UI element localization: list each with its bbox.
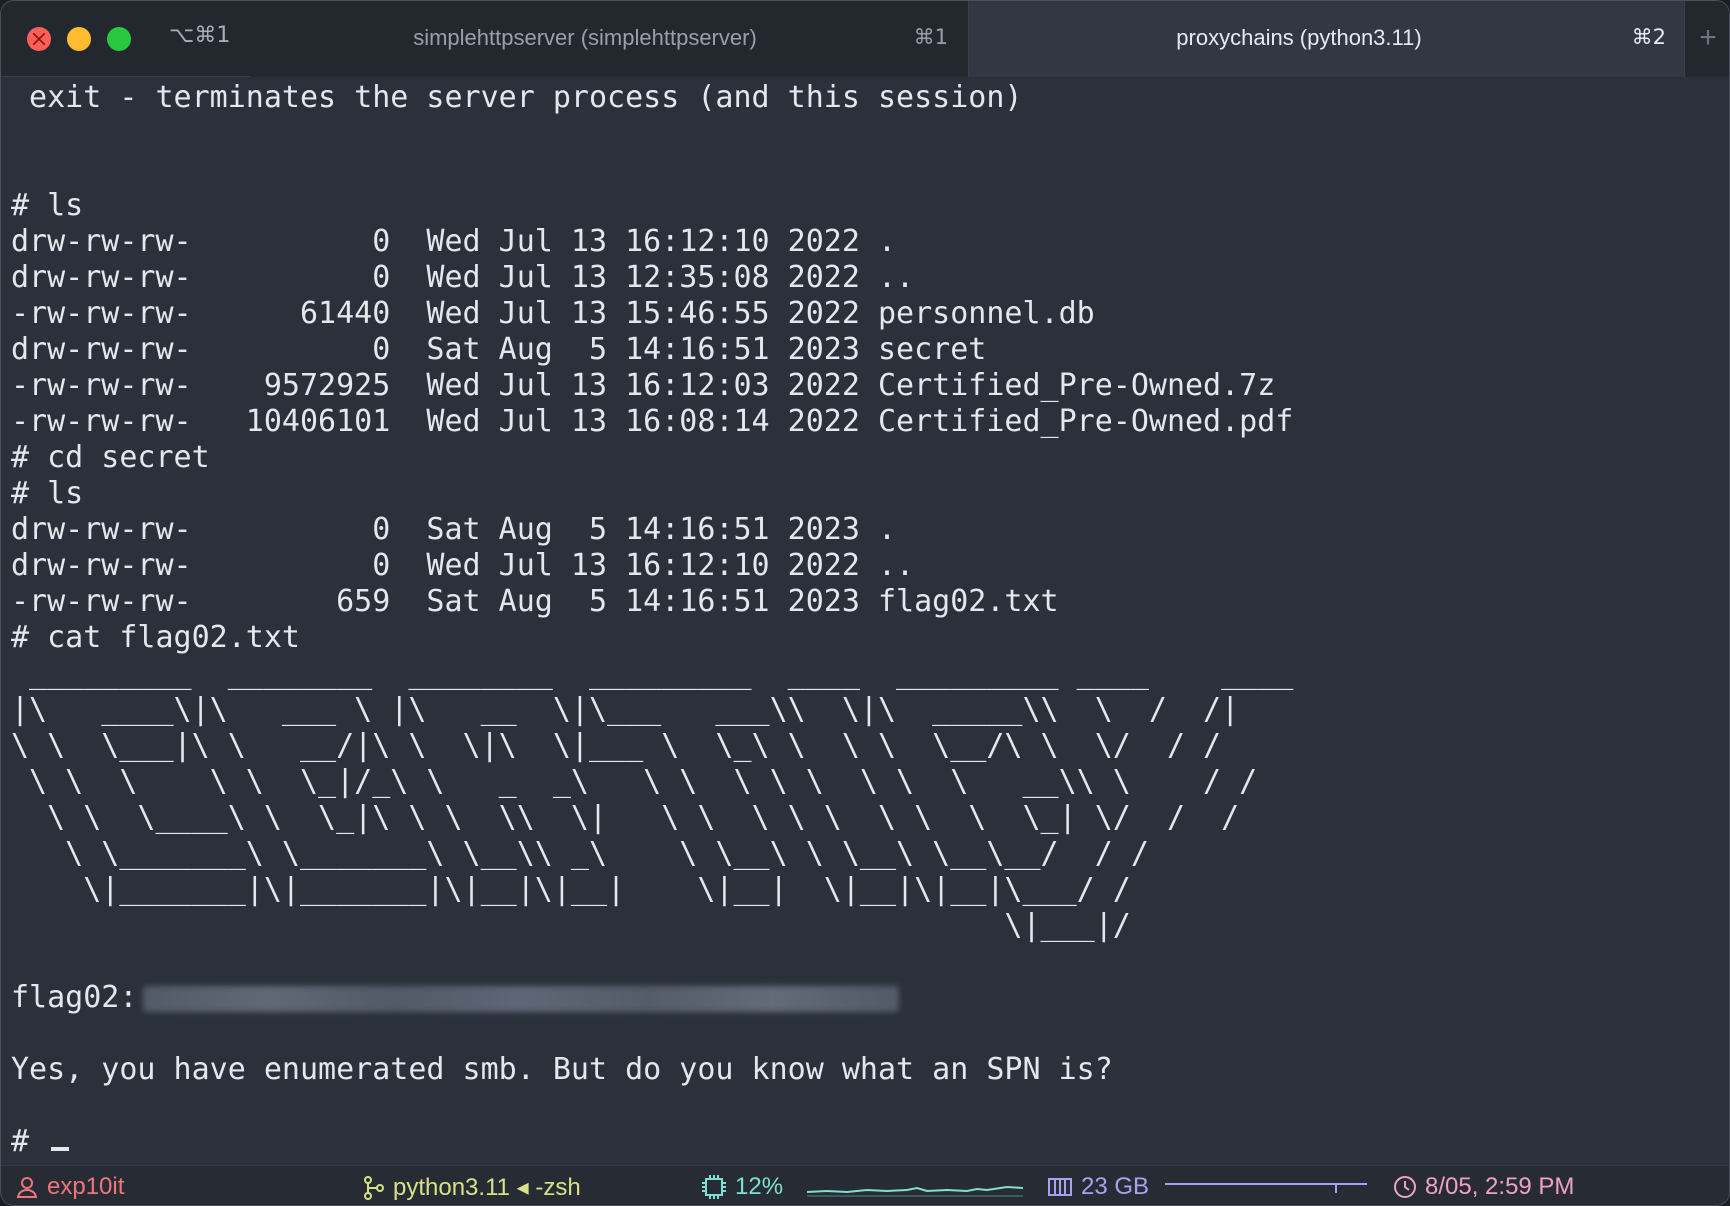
- status-datetime: 8/05, 2:59 PM: [1425, 1173, 1575, 1200]
- terminal-line: # cd secret: [11, 440, 210, 475]
- terminal-line: -rw-rw-rw- 61440 Wed Jul 13 15:46:55 202…: [11, 296, 1095, 331]
- status-clock: 8/05, 2:59 PM: [1393, 1173, 1574, 1201]
- terminal-line: Yes, you have enumerated smb. But do you…: [11, 1052, 1113, 1087]
- terminal-line: \ \ \___|\ \ __/|\ \ \|\ \|___ \ \_\ \ \…: [11, 728, 1222, 763]
- terminal-line: # ls: [11, 188, 84, 223]
- flag-label: flag02:: [11, 980, 138, 1015]
- terminal-line: \|_______|\|_______|\|__|\|__| \|__| \|_…: [11, 872, 1131, 907]
- tab-title: simplehttpserver (simplehttpserver): [413, 25, 757, 50]
- user-icon: [16, 1177, 38, 1198]
- terminal-line: -rw-rw-rw- 10406101 Wed Jul 13 16:08:14 …: [11, 404, 1294, 439]
- terminal-output[interactable]: exit - terminates the server process (an…: [1, 77, 1729, 1165]
- terminal-line: \ \ \ \ \ \_|/_\ \ _ _\ \ \ \ \ \ \ \ \ …: [11, 764, 1258, 799]
- terminal-line: drw-rw-rw- 0 Wed Jul 13 12:35:08 2022 ..: [11, 260, 915, 295]
- status-bar: exp10it python3.11 ◂ -zsh 12% 23 GB 8/05…: [1, 1165, 1729, 1205]
- status-user-name: exp10it: [47, 1173, 125, 1200]
- terminal-line: # cat flag02.txt: [11, 620, 300, 655]
- status-process: python3.11 ◂ -zsh: [363, 1173, 581, 1202]
- terminal-window: ⌥⌘1 simplehttpserver (simplehttpserver) …: [0, 0, 1730, 1206]
- prompt-line: #: [11, 1124, 1293, 1160]
- window-shortcut-label: ⌥⌘1: [169, 23, 231, 48]
- terminal-line: \|___|/: [11, 908, 1131, 943]
- prompt: #: [11, 1124, 48, 1159]
- memory-icon: [1048, 1178, 1072, 1196]
- clock-icon: [1394, 1176, 1416, 1198]
- cpu-sparkline: [807, 1185, 1023, 1197]
- title-bar: ⌥⌘1 simplehttpserver (simplehttpserver) …: [1, 1, 1729, 77]
- new-tab-button[interactable]: +: [1685, 1, 1729, 77]
- status-user: exp10it: [15, 1173, 124, 1201]
- maximize-window-button[interactable]: [107, 27, 131, 51]
- tab-shortcut: ⌘2: [1631, 25, 1666, 49]
- terminal-line: exit - terminates the server process (an…: [11, 80, 1023, 115]
- tab-simplehttpserver[interactable]: simplehttpserver (simplehttpserver) ⌘1: [251, 1, 969, 77]
- terminal-line: \ \ \____\ \ \_|\ \ \ \\ \| \ \ \ \ \ \ …: [11, 800, 1240, 835]
- tab-title: proxychains (python3.11): [1176, 25, 1422, 50]
- text-cursor: [51, 1147, 70, 1151]
- terminal-line: \ \_______\ \_______\ \__\\ _\ \ \__\ \ …: [11, 836, 1149, 871]
- tab-shortcut: ⌘1: [913, 25, 948, 49]
- terminal-line: -rw-rw-rw- 9572925 Wed Jul 13 16:12:03 2…: [11, 368, 1276, 403]
- close-window-button[interactable]: [27, 27, 51, 51]
- git-branch-icon: [364, 1175, 384, 1200]
- memory-usage-bar: [1165, 1183, 1367, 1193]
- status-process-name: python3.11 ◂ -zsh: [393, 1174, 581, 1201]
- status-cpu: 12%: [701, 1173, 783, 1201]
- terminal-line: drw-rw-rw- 0 Sat Aug 5 14:16:51 2023 sec…: [11, 332, 987, 367]
- tab-proxychains[interactable]: proxychains (python3.11) ⌘2: [969, 1, 1685, 77]
- cpu-icon: [702, 1175, 726, 1199]
- status-cpu-value: 12%: [735, 1173, 784, 1200]
- terminal-line: drw-rw-rw- 0 Sat Aug 5 14:16:51 2023 .: [11, 512, 897, 547]
- status-memory: 23 GB: [1047, 1173, 1149, 1201]
- status-memory-value: 23 GB: [1081, 1173, 1150, 1200]
- flag-line: flag02:: [11, 980, 1293, 1016]
- redacted-flag-value: [143, 985, 900, 1012]
- minimize-window-button[interactable]: [67, 27, 91, 51]
- terminal-line: |\ ____\|\ ___ \ |\ __ \|\___ ___\\ \|\ …: [11, 692, 1240, 727]
- terminal-text: exit - terminates the server process (an…: [11, 80, 1293, 1160]
- terminal-line: drw-rw-rw- 0 Wed Jul 13 16:12:10 2022 .: [11, 224, 897, 259]
- terminal-line: _________ ________ ________ _________ __…: [11, 656, 1294, 691]
- terminal-line: -rw-rw-rw- 659 Sat Aug 5 14:16:51 2023 f…: [11, 584, 1059, 619]
- terminal-line: drw-rw-rw- 0 Wed Jul 13 16:12:10 2022 ..: [11, 548, 915, 583]
- terminal-line: # ls: [11, 476, 84, 511]
